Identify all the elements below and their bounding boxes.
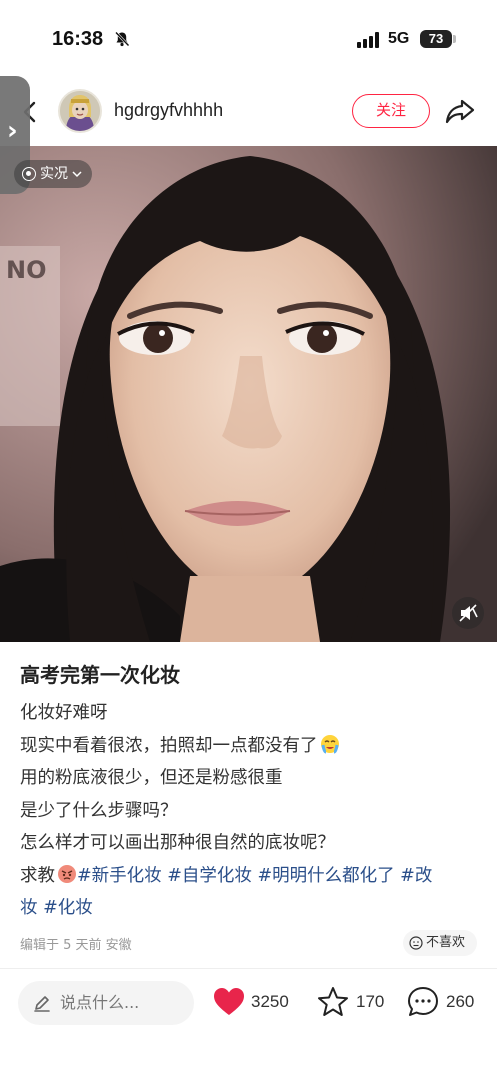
post-line-5: 怎么样才可以画出那种很自然的底妆呢？ (20, 833, 335, 853)
signal-icon (357, 32, 379, 48)
post-line-6: 求教 #新手化妆 #自学化妆 #明明什么都化了 #改 (20, 860, 480, 893)
post-line-3: 用的粉底液很少，但还是粉感很重 (20, 768, 283, 788)
post-line-2-text: 现实中看着很浓，拍照却一点都没有了 (20, 735, 318, 756)
svg-text:NO: NO (6, 256, 47, 284)
status-time: 16:38 (52, 28, 104, 50)
dislike-label: 不喜欢 (426, 935, 466, 950)
post-line-4: 是少了什么步骤吗？ (20, 800, 178, 821)
post-line-1: 化妆好难呀 (20, 703, 108, 723)
share-icon[interactable] (444, 96, 476, 126)
live-label: 实况 (40, 166, 68, 182)
mute-icon (459, 604, 478, 622)
username[interactable]: hgdrgyfvhhhh (114, 100, 223, 121)
post-photo[interactable]: NO (0, 146, 497, 642)
avatar[interactable] (58, 89, 102, 133)
post-body: 化妆好难呀 现实中看着很浓，拍照却一点都没有了 用的粉底液很少，但还是粉感很重 … (20, 697, 480, 925)
crying-emoji-icon (320, 734, 339, 753)
post-title: 高考完第一次化妆 (20, 663, 180, 687)
star-icon[interactable] (316, 985, 350, 1019)
portrait-image: NO (0, 146, 497, 642)
live-photo-icon (22, 167, 36, 181)
side-tab-arrow-icon: › (7, 116, 18, 146)
comment-count: 260 (446, 992, 475, 1011)
post-meta: 编辑于 5 天前 安徽 (20, 938, 132, 953)
like-count: 3250 (251, 992, 289, 1011)
star-count: 170 (356, 992, 385, 1011)
live-photo-badge[interactable]: 实况 (14, 160, 92, 188)
dislike-button[interactable]: 不喜欢 (403, 930, 477, 956)
bell-slash-icon (115, 31, 130, 47)
neutral-face-icon (409, 936, 423, 950)
follow-button[interactable]: 关注 (352, 94, 430, 128)
avatar-image (60, 91, 100, 131)
network-type: 5G (388, 30, 410, 47)
mute-button[interactable] (452, 597, 484, 629)
divider (0, 968, 497, 969)
hashtags-continued[interactable]: 妆 #化妆 (20, 892, 480, 925)
pencil-icon (34, 996, 50, 1012)
status-bar: 16:38 5G 73 (0, 0, 497, 78)
ask-prefix: 求教 (20, 865, 55, 886)
like-icon[interactable] (212, 985, 246, 1019)
hashtags[interactable]: #新手化妆 #自学化妆 #明明什么都化了 #改 (77, 866, 432, 886)
post-line-2: 现实中看着很浓，拍照却一点都没有了 (20, 730, 480, 763)
chevron-down-icon (72, 171, 82, 178)
comment-icon[interactable] (406, 985, 440, 1019)
angry-emoji-icon (58, 864, 76, 883)
battery-tip (453, 35, 456, 43)
battery-icon: 73 (420, 30, 452, 48)
